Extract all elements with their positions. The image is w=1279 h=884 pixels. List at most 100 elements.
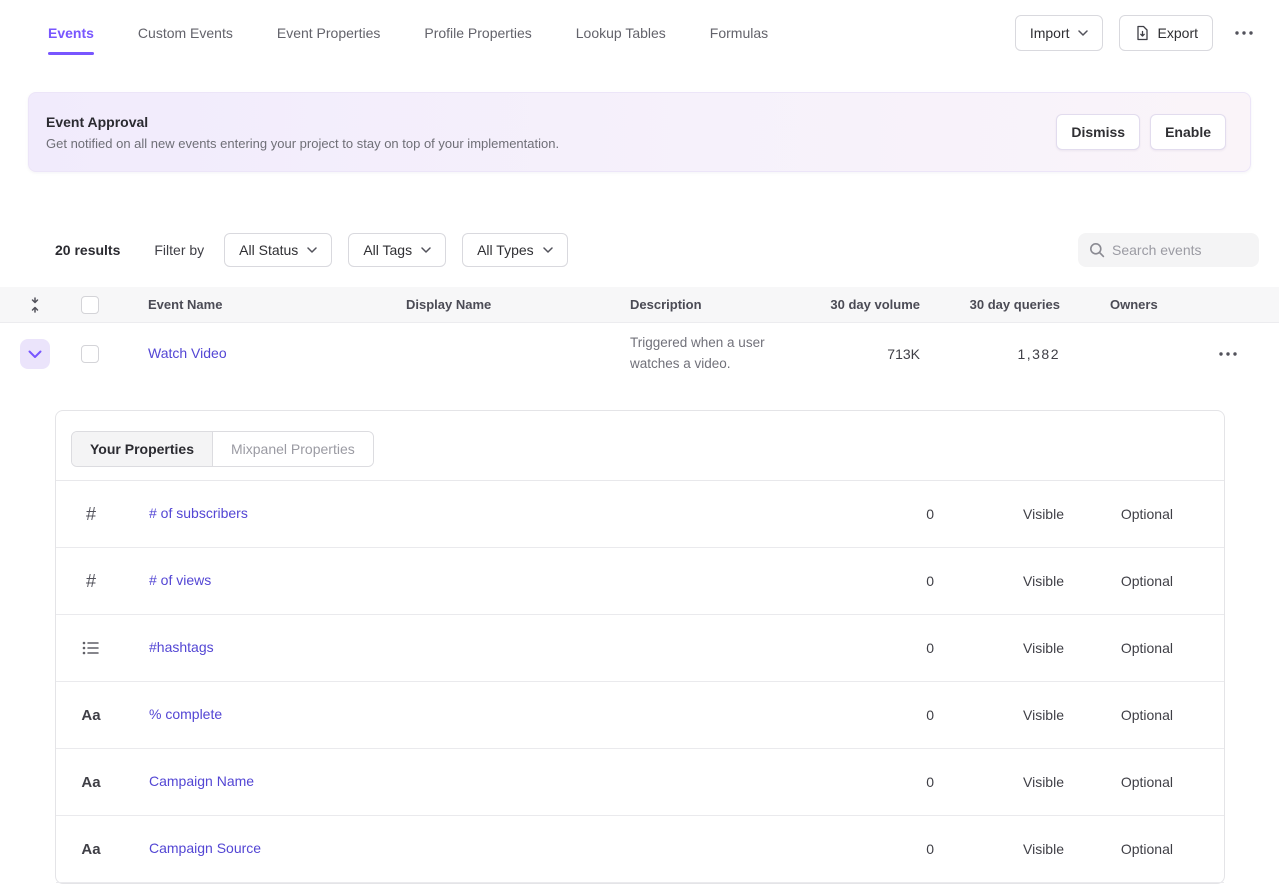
property-name-link[interactable]: # of subscribers [149, 505, 248, 521]
dismiss-button[interactable]: Dismiss [1056, 114, 1140, 150]
import-button[interactable]: Import [1015, 15, 1103, 51]
events-table: Event Name Display Name Description 30 d… [0, 287, 1279, 385]
collapse-all-button[interactable] [25, 294, 45, 316]
property-visibility: Visible [934, 774, 1064, 790]
property-count: 0 [846, 774, 934, 790]
chevron-down-icon [1078, 30, 1088, 36]
list-type-icon [56, 641, 126, 655]
property-row: # # of views 0 Visible Optional [56, 548, 1224, 615]
filter-all-tags-dropdown[interactable]: All Tags [348, 233, 446, 267]
property-requirement: Optional [1064, 506, 1173, 522]
property-name-link[interactable]: #hashtags [149, 639, 214, 655]
column-header-owners: Owners [1060, 297, 1190, 312]
import-button-label: Import [1030, 25, 1070, 41]
expand-row-button[interactable] [20, 339, 50, 369]
collapse-vertical-icon [27, 296, 43, 314]
tab-event-properties[interactable]: Event Properties [277, 0, 381, 66]
banner-actions: Dismiss Enable [1056, 114, 1226, 150]
toolbar: Import Export [1015, 15, 1259, 51]
chevron-down-icon [421, 247, 431, 253]
event-queries: 1,382 [920, 346, 1060, 362]
property-visibility: Visible [934, 506, 1064, 522]
property-row: # # of subscribers 0 Visible Optional [56, 481, 1224, 548]
banner-title: Event Approval [46, 114, 559, 130]
event-approval-banner: Event Approval Get notified on all new e… [28, 92, 1251, 172]
tab-formulas[interactable]: Formulas [710, 0, 768, 66]
results-count: 20 results [55, 242, 120, 258]
tab-your-properties[interactable]: Your Properties [72, 432, 213, 466]
event-volume: 713K [790, 346, 920, 362]
number-type-icon: # [56, 571, 126, 592]
row-checkbox[interactable] [81, 345, 99, 363]
export-button[interactable]: Export [1119, 15, 1213, 51]
property-requirement: Optional [1064, 707, 1173, 723]
chevron-down-icon [28, 350, 42, 359]
tab-lookup-tables[interactable]: Lookup Tables [576, 0, 666, 66]
nav-tabs: Events Custom Events Event Properties Pr… [48, 0, 768, 66]
search-box [1078, 233, 1259, 267]
property-requirement: Optional [1064, 774, 1173, 790]
filter-all-tags-label: All Tags [363, 242, 412, 258]
property-count: 0 [846, 707, 934, 723]
chevron-down-icon [307, 247, 317, 253]
text-type-icon: Aa [56, 707, 126, 724]
event-name-link[interactable]: Watch Video [148, 345, 227, 361]
property-row: Aa % complete 0 Visible Optional [56, 682, 1224, 749]
property-name-link[interactable]: Campaign Name [149, 773, 254, 789]
property-visibility: Visible [934, 640, 1064, 656]
properties-panel-header: Your Properties Mixpanel Properties [56, 411, 1224, 481]
text-type-icon: Aa [56, 841, 126, 858]
text-type-icon: Aa [56, 774, 126, 791]
property-name-link[interactable]: % complete [149, 706, 222, 722]
filter-all-status-label: All Status [239, 242, 298, 258]
property-requirement: Optional [1064, 573, 1173, 589]
ellipsis-icon [1235, 31, 1253, 35]
properties-list: # # of subscribers 0 Visible Optional # … [56, 481, 1224, 883]
filter-by-label: Filter by [154, 242, 204, 258]
property-count: 0 [846, 640, 934, 656]
property-count: 0 [846, 506, 934, 522]
property-visibility: Visible [934, 573, 1064, 589]
tab-events[interactable]: Events [48, 0, 94, 66]
property-name-link[interactable]: Campaign Source [149, 840, 261, 856]
filter-bar: 20 results Filter by All Status All Tags… [0, 232, 1279, 268]
row-more-button[interactable] [1213, 346, 1243, 362]
property-name-link[interactable]: # of views [149, 572, 211, 588]
export-button-label: Export [1158, 25, 1198, 41]
table-row: Watch Video Triggered when a user watche… [0, 323, 1279, 385]
property-requirement: Optional [1064, 841, 1173, 857]
number-type-icon: # [56, 504, 126, 525]
property-visibility: Visible [934, 707, 1064, 723]
select-all-checkbox[interactable] [81, 296, 99, 314]
column-header-event-name: Event Name [110, 297, 406, 312]
property-row: Aa Campaign Name 0 Visible Optional [56, 749, 1224, 816]
export-icon [1134, 25, 1150, 41]
column-header-description: Description [630, 297, 790, 312]
property-row: Aa Campaign Source 0 Visible Optional [56, 816, 1224, 883]
banner-description: Get notified on all new events entering … [46, 136, 559, 151]
property-count: 0 [846, 573, 934, 589]
column-header-30-day-volume: 30 day volume [790, 297, 920, 312]
tab-mixpanel-properties[interactable]: Mixpanel Properties [213, 432, 373, 466]
event-description: Triggered when a user watches a video. [630, 333, 782, 375]
banner-text: Event Approval Get notified on all new e… [46, 114, 559, 151]
chevron-down-icon [543, 247, 553, 253]
property-row: #hashtags 0 Visible Optional [56, 615, 1224, 682]
more-button[interactable] [1229, 25, 1259, 41]
top-nav: Events Custom Events Event Properties Pr… [0, 0, 1279, 66]
filter-all-status-dropdown[interactable]: All Status [224, 233, 332, 267]
filter-all-types-label: All Types [477, 242, 534, 258]
enable-button[interactable]: Enable [1150, 114, 1226, 150]
app: Events Custom Events Event Properties Pr… [0, 0, 1279, 884]
property-count: 0 [846, 841, 934, 857]
property-visibility: Visible [934, 841, 1064, 857]
search-input[interactable] [1078, 233, 1259, 267]
table-header-row: Event Name Display Name Description 30 d… [0, 287, 1279, 323]
filter-all-types-dropdown[interactable]: All Types [462, 233, 568, 267]
ellipsis-icon [1219, 352, 1237, 356]
properties-panel: Your Properties Mixpanel Properties # # … [55, 410, 1225, 884]
tab-profile-properties[interactable]: Profile Properties [424, 0, 531, 66]
column-header-display-name: Display Name [406, 297, 630, 312]
column-header-30-day-queries: 30 day queries [920, 297, 1060, 312]
tab-custom-events[interactable]: Custom Events [138, 0, 233, 66]
